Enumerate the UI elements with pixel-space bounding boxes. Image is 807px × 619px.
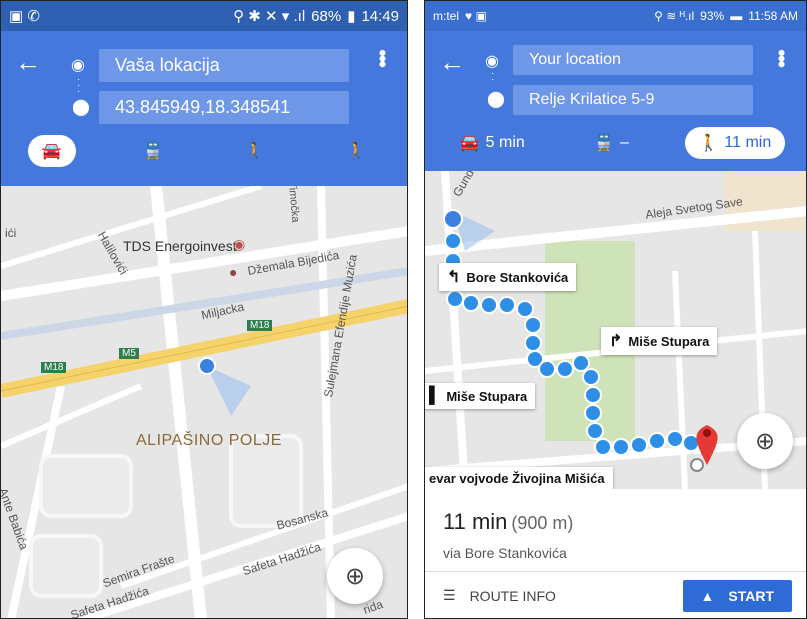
map-view[interactable]: TDS Energoinvest ◉ ● Džemala Bijedića Ha… [1,186,407,618]
callout-label: evar vojvode Živojina Mišića [429,471,605,486]
status-bar: ▣ ✆ ⚲ ✱ ✕ ▾ .ıl 68% ▮ 14:49 [1,1,407,31]
connector-dots-icon: · · [491,68,495,85]
destination-input[interactable]: Relje Krilatice 5-9 [513,85,753,115]
street-label: ići [5,226,17,240]
carrier: m:tel [433,9,460,23]
district-label: ALIPAŠINO POLJE [136,432,282,449]
callout-label: Bore Stankovića [466,269,569,285]
mode-walk-button[interactable]: 🚶 11 min [684,127,786,159]
route-distance: (900 m) [511,513,574,533]
origin-input[interactable]: Your location [513,45,753,75]
divider [425,571,806,572]
mode-walk-button[interactable]: 🚶 [231,135,279,167]
walk-icon: 🚶 [698,135,719,152]
turn-callout: ↱ Miše Stupara [601,327,718,355]
battery-level: 68% [311,7,342,25]
my-location-button[interactable]: ⊕ [737,413,793,469]
back-arrow-icon[interactable]: ← [439,49,465,75]
mode-car-button[interactable]: 🚘 5 min [446,127,539,159]
route-duration: 11 min [443,509,508,534]
start-label: START [728,588,774,604]
route-badge: M5 [119,348,139,359]
route-summary: 11 min (900 m) [443,509,573,535]
route-info-button[interactable]: ☰ ROUTE INFO [443,587,556,604]
turn-callout: ▌ Miše Stupara [425,383,536,409]
status-right-icons: ⚲ ✱ ✕ ▾ .ıl [233,8,306,25]
mode-transit-button[interactable]: 🚆 [129,135,177,167]
poi-pin-icon: ◉ [233,236,246,252]
destination-input[interactable]: 43.845949,18.348541 [99,91,349,124]
battery-icon: ▮ [347,8,356,25]
car-time: 5 min [485,134,525,151]
route-via: via Bore Stankovića [443,545,567,561]
origin-input[interactable]: Vaša lokacija [99,49,349,82]
street-marker-icon: ▌ [429,387,441,404]
map-view[interactable]: Aleja Svetog Save Gundu ↰ Bore Stankovića… [425,171,806,489]
clock: 11:58 AM [748,9,798,23]
walk-icon: 🚶 [244,143,265,160]
mode-ride-button[interactable]: 🚶 [332,135,380,167]
more-options-icon[interactable]: ••• [370,49,395,66]
crosshair-icon: ⊕ [344,562,366,590]
walk-time: 11 min [724,134,772,151]
connector-dots-icon: · · · [77,74,81,97]
phone-screen-right: m:tel ♥ ▣ ⚲ ≋ ᴴ.ıl 93% ▬ 11:58 AM ← ◉ · · … [424,0,807,619]
phone-screen-left: ▣ ✆ ⚲ ✱ ✕ ▾ .ıl 68% ▮ 14:49 ← ◉ · · · ⬤ Va… [0,0,408,619]
my-location-button[interactable]: ⊕ [327,548,383,604]
callout-label: Miše Stupara [446,388,528,404]
travel-mode-bar: 🚘 5 min 🚆 – 🚶 11 min [425,127,806,159]
transit-icon: 🚆 [594,135,615,152]
status-heart-icon: ♥ ▣ [465,9,487,23]
status-right-icons: ⚲ ≋ ᴴ.ıl [654,9,695,23]
route-badge: M18 [247,320,273,331]
battery-icon: ▬ [730,9,743,23]
battery-level: 93% [700,9,725,23]
start-button[interactable]: ▲ START [682,580,792,612]
transit-icon: 🚆 [143,143,164,160]
navigation-arrow-icon: ▲ [700,588,715,604]
clock: 14:49 [361,7,399,25]
transit-time: – [620,134,630,151]
list-icon: ☰ [443,587,456,603]
restaurant-icon: ● [229,264,238,280]
destination-pin-icon: ⬤ [72,99,90,116]
route-summary-panel: 11 min (900 m) via Bore Stankovića ☰ ROUTE… [425,489,806,618]
route-info-label: ROUTE INFO [469,587,556,604]
turn-callout: ↰ Bore Stankovića [439,263,577,291]
back-arrow-icon[interactable]: ← [15,49,41,75]
status-bar: m:tel ♥ ▣ ⚲ ≋ ᴴ.ıl 93% ▬ 11:58 AM [425,1,806,31]
car-icon: 🚘 [41,143,62,160]
poi-tds-energoinvest[interactable]: TDS Energoinvest [123,238,237,254]
mode-transit-button[interactable]: 🚆 – [580,127,643,159]
ride-icon: 🚶 [346,143,367,160]
crosshair-icon: ⊕ [754,427,776,455]
directions-header: ← ◉ · · · ⬤ Vaša lokacija 43.845949,18.348… [1,31,407,186]
destination-pin-icon: ⬤ [487,91,505,108]
origin-dot-icon: ◉ [71,57,85,74]
route-badge: M18 [41,362,67,373]
directions-header: ← ◉ · · ⬤ Your location Relje Krilatice 5… [425,31,806,171]
more-options-icon[interactable]: ••• [769,49,794,66]
status-left-icons: ▣ ✆ [9,8,40,25]
mode-car-button[interactable]: 🚘 [27,135,76,167]
turn-callout: evar vojvode Živojina Mišića [425,467,613,489]
car-icon: 🚘 [459,135,480,152]
travel-mode-bar: 🚘 🚆 🚶 🚶 [1,135,407,167]
turn-right-icon: ↱ [609,333,623,350]
turn-left-icon: ↰ [447,269,461,286]
callout-label: Miše Stupara [628,333,710,349]
